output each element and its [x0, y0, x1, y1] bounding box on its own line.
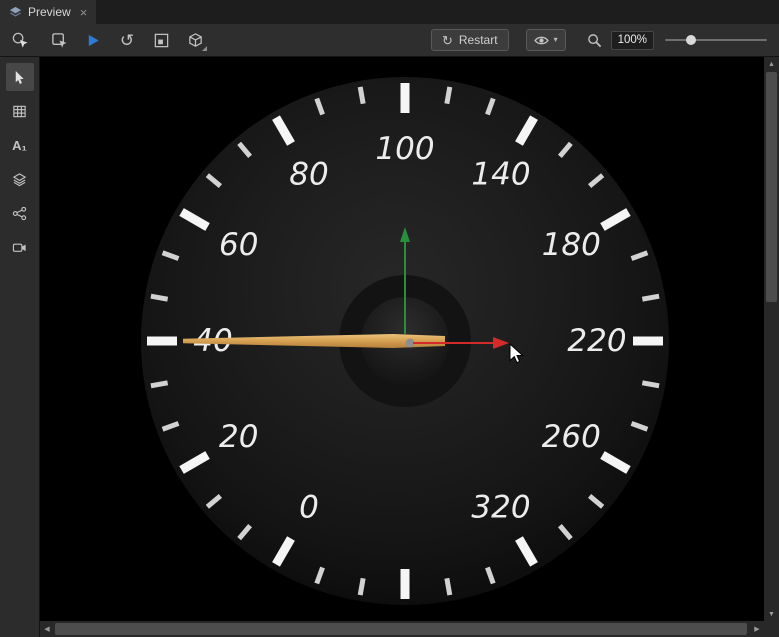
zoom-slider[interactable]: [665, 29, 767, 51]
tool-layers-button[interactable]: [6, 165, 34, 193]
scroll-left-icon: ◀: [44, 625, 49, 633]
app-window: Preview × ↺: [0, 0, 779, 637]
gauge-minor-tick: [447, 87, 450, 104]
frame-square-icon: [153, 32, 170, 49]
tool-table-button[interactable]: [6, 97, 34, 125]
gauge-label: 140: [471, 157, 530, 193]
play-icon: [86, 33, 101, 48]
zoom-tool-button[interactable]: [584, 29, 606, 51]
gauge-preview[interactable]: 020406080100140180220260320: [40, 57, 764, 621]
gauge-label: 100: [375, 131, 434, 167]
zoom-slider-handle[interactable]: [686, 35, 696, 45]
gauge-minor-tick: [151, 296, 168, 299]
rotate-icon: ↺: [120, 32, 134, 49]
gauge-label: 260: [542, 419, 601, 455]
edit-component-icon: [51, 32, 68, 49]
gauge-minor-tick: [447, 578, 450, 595]
layers-icon: [12, 172, 27, 187]
gauge-minor-tick: [151, 383, 168, 386]
horizontal-scrollbar[interactable]: ◀ ▶: [40, 621, 764, 637]
gauge-minor-tick: [360, 87, 363, 104]
pick-mode-button[interactable]: [7, 27, 33, 53]
toolbar: ↺ ↻ Restart: [0, 24, 779, 57]
select-cursor-icon: [12, 70, 27, 85]
reset-view-button[interactable]: ↺: [114, 27, 140, 53]
tool-camera-button[interactable]: [6, 233, 34, 261]
scroll-left-button[interactable]: ◀: [40, 621, 54, 637]
left-toolbar: A₁: [0, 57, 40, 637]
gauge-label: 80: [289, 157, 328, 193]
tab-close-icon[interactable]: ×: [80, 6, 88, 19]
cube-3d-icon: [187, 32, 204, 49]
zoom-slider-track[interactable]: [665, 39, 767, 41]
camera-icon: [12, 240, 27, 255]
scroll-right-icon: ▶: [754, 625, 759, 633]
eye-icon: [534, 34, 549, 47]
tab-preview[interactable]: Preview ×: [0, 0, 96, 24]
preview-tab-icon: [9, 6, 22, 19]
caret-down-icon: ▾: [554, 36, 558, 44]
preview-canvas[interactable]: 020406080100140180220260320: [40, 57, 764, 621]
gauge-minor-tick: [360, 578, 363, 595]
magnifier-icon: [587, 33, 602, 48]
fit-selection-button[interactable]: [148, 27, 174, 53]
horizontal-scroll-thumb[interactable]: [55, 623, 747, 635]
gauge-label: 0: [299, 489, 319, 525]
tab-bar: Preview ×: [0, 0, 779, 24]
gauge-minor-tick: [642, 383, 659, 386]
scroll-up-icon: ▲: [768, 61, 775, 68]
table-icon: [12, 104, 27, 119]
vertical-scrollbar[interactable]: ▲ ▼: [764, 57, 779, 621]
transform-mode-button[interactable]: [182, 27, 208, 53]
gauge-label: 180: [542, 227, 601, 263]
zoom-level-value[interactable]: 100%: [611, 31, 654, 50]
restart-icon: ↻: [442, 34, 453, 47]
dropdown-corner-indicator: [202, 46, 207, 51]
toolbar-left-group: ↺: [46, 27, 208, 53]
tool-connections-button[interactable]: [6, 199, 34, 227]
restart-button[interactable]: ↻ Restart: [431, 29, 509, 51]
scrollbar-corner: [764, 621, 779, 637]
vertical-scroll-thumb[interactable]: [766, 72, 777, 302]
gauge-minor-tick: [642, 296, 659, 299]
tool-text-button[interactable]: A₁: [6, 131, 34, 159]
gauge-label: 20: [219, 419, 258, 455]
visibility-button[interactable]: ▾: [526, 29, 566, 51]
pick-cursor-icon: [11, 31, 29, 49]
edit-component-button[interactable]: [46, 27, 72, 53]
connections-icon: [12, 206, 27, 221]
text-tool-icon: A₁: [12, 138, 27, 153]
gauge-label: 320: [471, 489, 530, 525]
run-preview-button[interactable]: [80, 27, 106, 53]
scroll-down-button[interactable]: ▼: [764, 607, 779, 621]
gauge-label: 60: [219, 227, 258, 263]
scroll-right-button[interactable]: ▶: [750, 621, 764, 637]
scroll-up-button[interactable]: ▲: [764, 57, 779, 71]
gauge-label: 220: [567, 323, 626, 359]
scroll-down-icon: ▼: [768, 611, 775, 618]
tool-select-button[interactable]: [6, 63, 34, 91]
tab-label: Preview: [28, 5, 71, 19]
restart-label: Restart: [459, 33, 498, 47]
